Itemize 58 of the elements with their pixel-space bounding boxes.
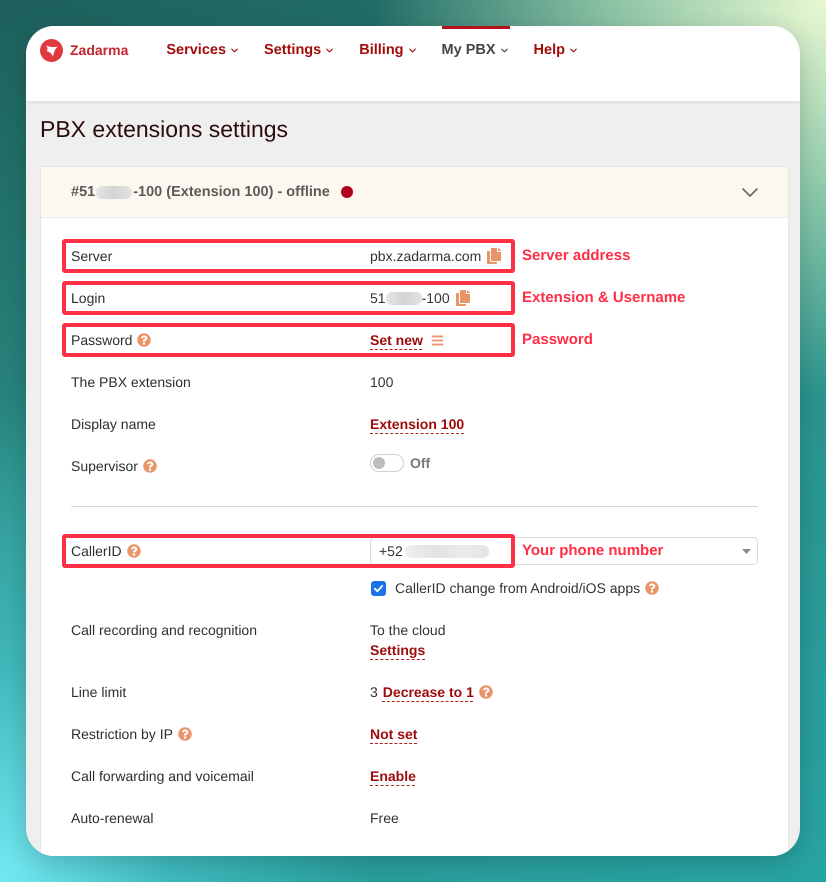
- help-icon[interactable]: [645, 581, 660, 595]
- field-value: pbx.zadarma.com: [370, 247, 482, 266]
- extension-title: #51: [71, 184, 96, 200]
- setting-link[interactable]: Not set: [370, 724, 418, 744]
- field-label: Call forwarding and voicemail: [71, 767, 254, 786]
- logo-icon[interactable]: [40, 39, 63, 62]
- toggle-switch[interactable]: [370, 454, 404, 472]
- setting-link[interactable]: Settings: [370, 640, 426, 660]
- annotation-label: Server address: [522, 246, 630, 266]
- logo-text[interactable]: Zadarma: [70, 39, 128, 62]
- caret-icon: [742, 548, 751, 554]
- nav-menu-item[interactable]: Billing: [359, 26, 418, 101]
- setting-link[interactable]: Extension 100: [370, 414, 464, 434]
- help-icon[interactable]: [478, 685, 493, 699]
- help-icon[interactable]: [142, 459, 157, 473]
- page-title: PBX extensions settings: [40, 115, 288, 143]
- redaction-blur: [96, 186, 132, 198]
- extension-title: -100 (Extension 100) - offline: [133, 184, 330, 200]
- redaction-blur: [386, 292, 422, 304]
- help-icon[interactable]: [137, 333, 152, 347]
- copy-icon[interactable]: [456, 290, 470, 306]
- checkbox[interactable]: [371, 580, 386, 596]
- annotation-label: Password: [522, 330, 593, 350]
- field-value: -100: [422, 289, 450, 308]
- status-dot-icon: [340, 186, 353, 198]
- help-icon[interactable]: [126, 544, 141, 558]
- field-label: Display name: [71, 415, 156, 434]
- nav-menu-item[interactable]: Services: [166, 26, 240, 101]
- field-label: Call recording and recognition: [71, 621, 257, 640]
- field-label: Restriction by IP: [71, 725, 173, 744]
- nav-menu-item[interactable]: Settings: [264, 26, 336, 101]
- nav-menu-item[interactable]: Help: [534, 26, 579, 101]
- help-icon[interactable]: [178, 727, 192, 741]
- nav-menu-item[interactable]: My PBX: [442, 26, 510, 101]
- field-value: To the cloud: [370, 621, 446, 640]
- field-value: 3: [370, 683, 378, 702]
- setting-link[interactable]: Set new: [370, 330, 423, 350]
- setting-link[interactable]: Decrease to 1: [382, 682, 474, 702]
- field-label: Password: [71, 331, 132, 350]
- field-label: Server: [71, 247, 112, 266]
- chevron-icon[interactable]: [742, 188, 758, 196]
- menu-icon[interactable]: [430, 334, 444, 346]
- field-value: 100: [370, 373, 394, 392]
- setting-link[interactable]: Enable: [370, 766, 416, 786]
- card-header[interactable]: #51 -100 (Extension 100) - offline: [41, 167, 788, 218]
- annotation-label: Your phone number: [522, 541, 664, 561]
- field-value: 51: [370, 289, 386, 308]
- field-value: Free: [370, 809, 399, 828]
- field-label: Login: [71, 289, 106, 308]
- toggle-state-label: Off: [410, 454, 430, 473]
- field-label: The PBX extension: [71, 373, 191, 392]
- copy-icon[interactable]: [487, 248, 502, 264]
- checkbox-label: CallerID change from Android/iOS apps: [395, 579, 640, 598]
- annotation-label: Extension & Username: [522, 288, 686, 308]
- field-label: Supervisor: [71, 457, 138, 476]
- field-label: CallerID: [71, 542, 122, 561]
- field-label: Line limit: [71, 683, 126, 702]
- field-label: Auto-renewal: [71, 809, 154, 828]
